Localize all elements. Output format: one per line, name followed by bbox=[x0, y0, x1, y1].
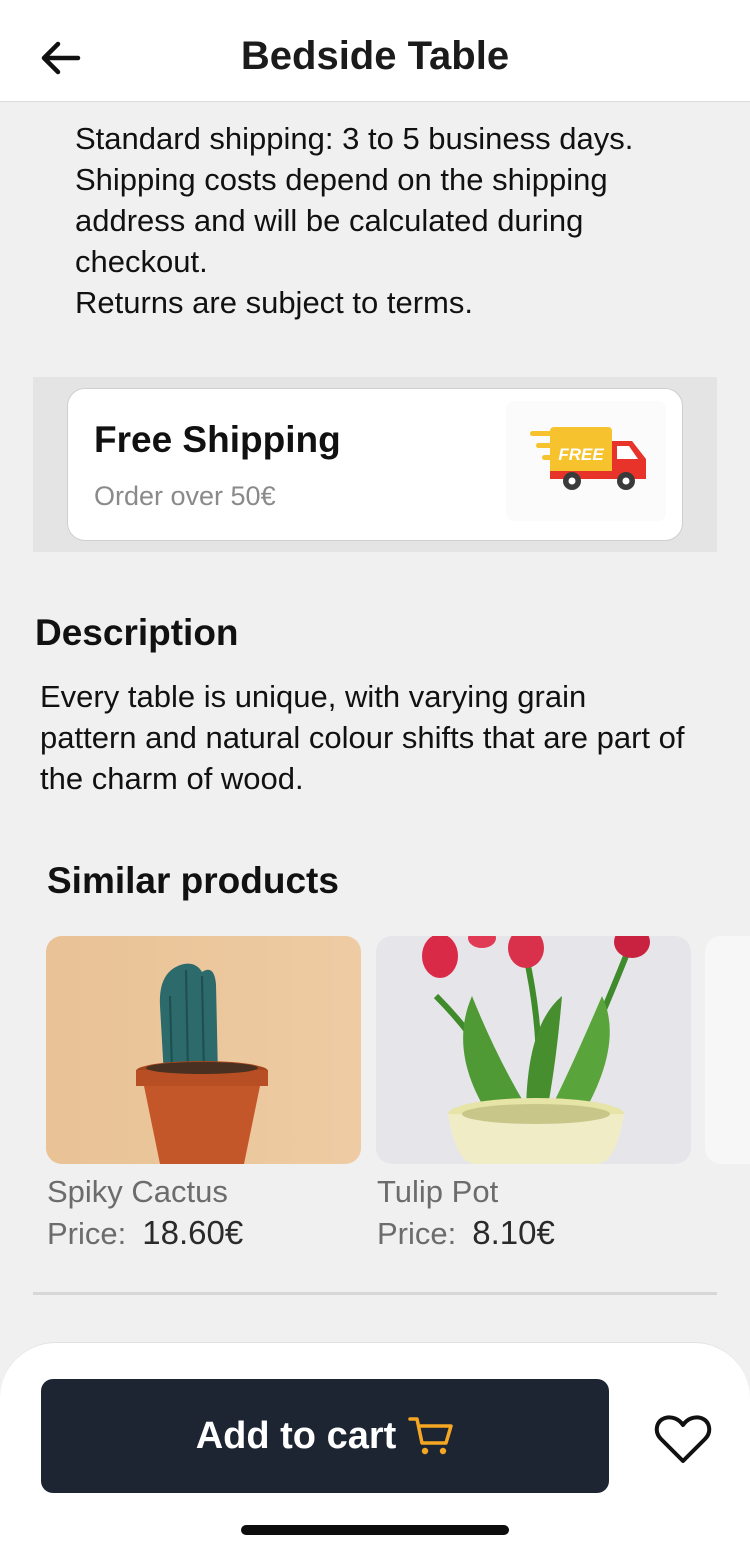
product-card-tulip-pot[interactable]: Tulip Pot Price: 8.10€ bbox=[376, 936, 691, 1251]
product-image-tulips[interactable] bbox=[376, 936, 691, 1164]
shipping-info-line: Shipping costs depend on the shipping ad… bbox=[75, 162, 608, 279]
shipping-info-line: Standard shipping: 3 to 5 business days. bbox=[75, 121, 634, 156]
product-card-spiky-cactus[interactable]: Spiky Cactus Price: 18.60€ bbox=[46, 936, 361, 1251]
shipping-info: Standard shipping: 3 to 5 business days.… bbox=[75, 118, 695, 323]
free-shipping-card: Free Shipping Order over 50€ FREE bbox=[67, 388, 683, 541]
product-name: Tulip Pot bbox=[377, 1174, 499, 1209]
price-value: 18.60€ bbox=[142, 1214, 244, 1251]
product-price-row: Price: 8.10€ bbox=[377, 1214, 555, 1252]
promo-subtitle: Order over 50€ bbox=[94, 481, 276, 511]
promo-title: Free Shipping bbox=[94, 419, 341, 460]
price-value: 8.10€ bbox=[472, 1214, 555, 1251]
add-to-cart-button[interactable]: Add to cart bbox=[41, 1379, 609, 1493]
description-text: Every table is unique, with varying grai… bbox=[40, 679, 685, 796]
shopping-cart-icon bbox=[408, 1415, 454, 1457]
section-divider bbox=[33, 1292, 717, 1295]
product-card-partial[interactable]: H P bbox=[705, 936, 750, 1164]
similar-products-heading: Similar products bbox=[47, 860, 339, 901]
product-price-row: Price: 18.60€ bbox=[47, 1214, 243, 1252]
bottom-action-bar: Add to cart bbox=[0, 1342, 750, 1550]
product-image-cactus[interactable] bbox=[46, 936, 361, 1164]
description-heading: Description bbox=[35, 612, 239, 653]
page-title: Bedside Table bbox=[240, 34, 510, 78]
heart-icon bbox=[654, 1415, 712, 1463]
home-indicator bbox=[241, 1525, 509, 1535]
product-name: Spiky Cactus bbox=[47, 1174, 228, 1209]
product-image-partial[interactable] bbox=[705, 936, 750, 1164]
favorite-button[interactable] bbox=[652, 1411, 714, 1467]
add-to-cart-label: Add to cart bbox=[195, 1414, 397, 1457]
delivery-truck-icon: FREE bbox=[506, 401, 666, 521]
price-label: Price: bbox=[47, 1216, 127, 1251]
top-nav-bar: Bedside Table bbox=[0, 0, 750, 102]
svg-text:FREE: FREE bbox=[558, 445, 604, 464]
price-label: Price: bbox=[377, 1216, 457, 1251]
shipping-info-line: Returns are subject to terms. bbox=[75, 285, 473, 320]
